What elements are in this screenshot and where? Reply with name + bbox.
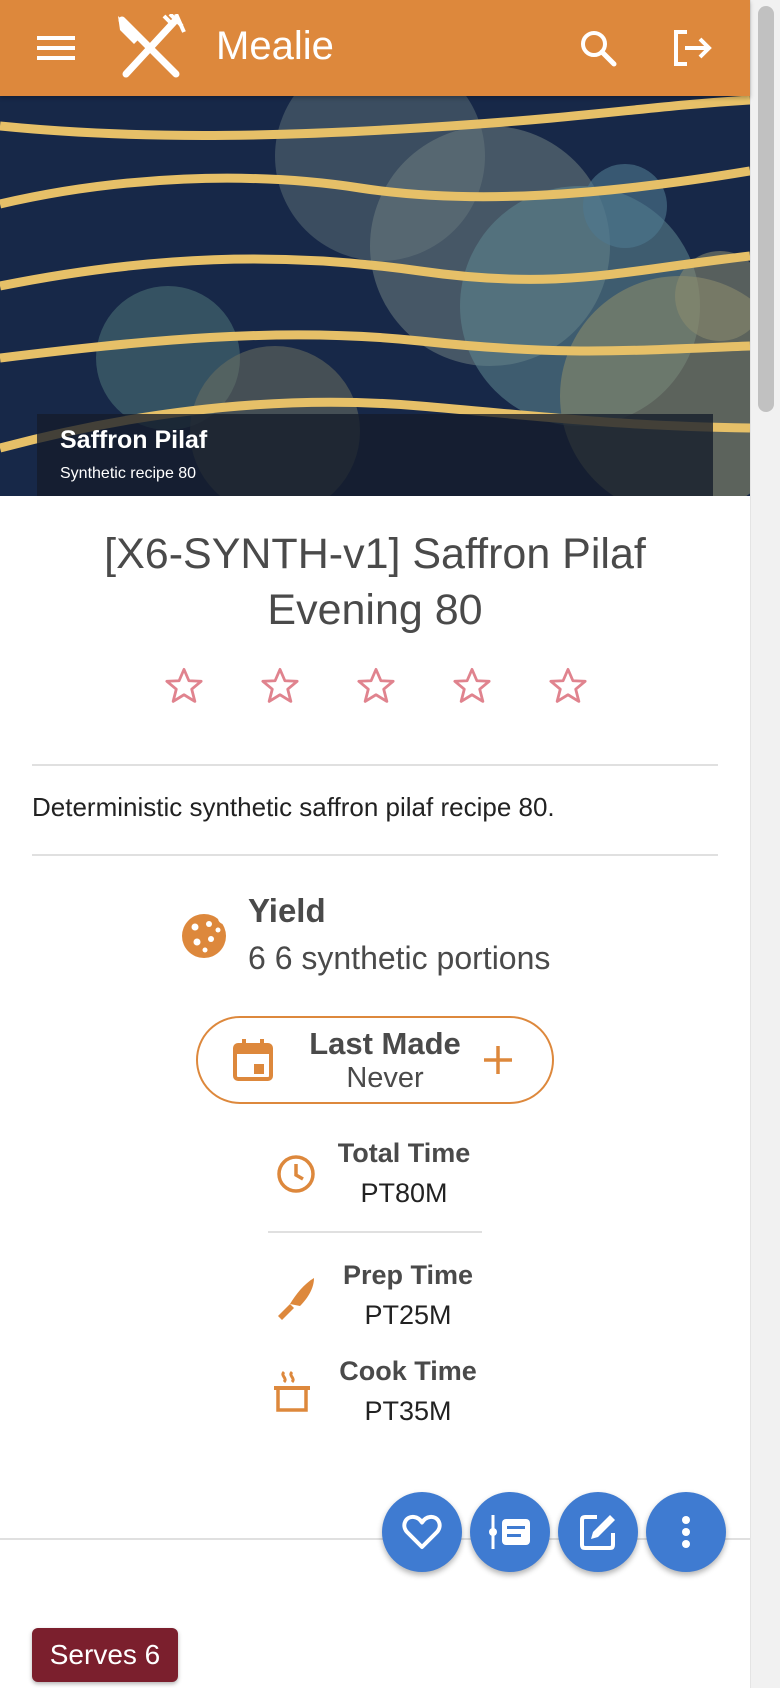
yield-label: Yield — [248, 892, 326, 929]
star-outline-icon[interactable] — [256, 662, 304, 710]
total-time-value: PT80M — [360, 1178, 448, 1208]
prep-time-label: Prep Time — [342, 1260, 474, 1290]
serves-badge[interactable]: Serves 6 — [32, 1628, 178, 1682]
clock-icon — [274, 1152, 318, 1196]
timeline-text-icon — [489, 1515, 530, 1549]
hero-caption-title: Saffron Pilaf — [60, 426, 208, 454]
divider — [268, 1231, 482, 1233]
last-made-label: Last Made — [309, 1026, 461, 1061]
cook-time-value: PT35M — [364, 1396, 452, 1426]
hero-caption-subtitle: Synthetic recipe 80 — [60, 465, 197, 482]
recipe-hero-image: Saffron Pilaf Synthetic recipe 80 — [0, 96, 750, 496]
prep-time-value: PT25M — [364, 1300, 452, 1330]
cook-time-label: Cook Time — [339, 1356, 477, 1386]
pot-steam-icon — [270, 1370, 314, 1414]
recipe-description: Deterministic synthetic saffron pilaf re… — [32, 792, 555, 822]
dots-vertical-icon — [682, 1516, 690, 1548]
star-outline-icon[interactable] — [160, 662, 208, 710]
star-outline-icon[interactable] — [544, 662, 592, 710]
logout-button[interactable] — [668, 26, 716, 70]
yield-value: 6 6 synthetic portions — [248, 940, 551, 976]
knife-icon — [274, 1276, 318, 1320]
divider — [32, 764, 718, 766]
star-outline-icon[interactable] — [352, 662, 400, 710]
menu-button[interactable] — [30, 26, 82, 70]
total-time-label: Total Time — [337, 1138, 471, 1168]
hero-caption: Saffron Pilaf Synthetic recipe 80 — [37, 414, 713, 496]
app-bar: Mealie — [0, 0, 750, 96]
plus-icon[interactable] — [478, 1040, 518, 1080]
edit-icon — [580, 1515, 615, 1550]
app-title[interactable]: Mealie — [216, 24, 334, 69]
recipe-rating[interactable] — [160, 662, 592, 712]
last-made-value: Never — [346, 1062, 424, 1094]
cookie-icon — [180, 912, 230, 960]
search-icon — [581, 31, 617, 67]
more-options-button[interactable] — [646, 1492, 726, 1572]
divider — [32, 854, 718, 856]
fork-knife-icon[interactable] — [116, 12, 186, 80]
star-outline-icon[interactable] — [448, 662, 496, 710]
edit-button[interactable] — [558, 1492, 638, 1572]
heart-outline-icon — [402, 1514, 442, 1549]
calendar-icon — [232, 1038, 274, 1082]
last-made-button[interactable]: Last Made Never — [196, 1016, 554, 1104]
recipe-title: [X6-SYNTH-v1] Saffron Pilaf Evening 80 — [104, 530, 646, 634]
scrollbar-thumb[interactable] — [758, 6, 774, 412]
timeline-button[interactable] — [470, 1492, 550, 1572]
search-button[interactable] — [574, 26, 622, 70]
logout-icon — [674, 30, 712, 66]
favorite-button[interactable] — [382, 1492, 462, 1572]
hamburger-icon — [37, 36, 75, 60]
